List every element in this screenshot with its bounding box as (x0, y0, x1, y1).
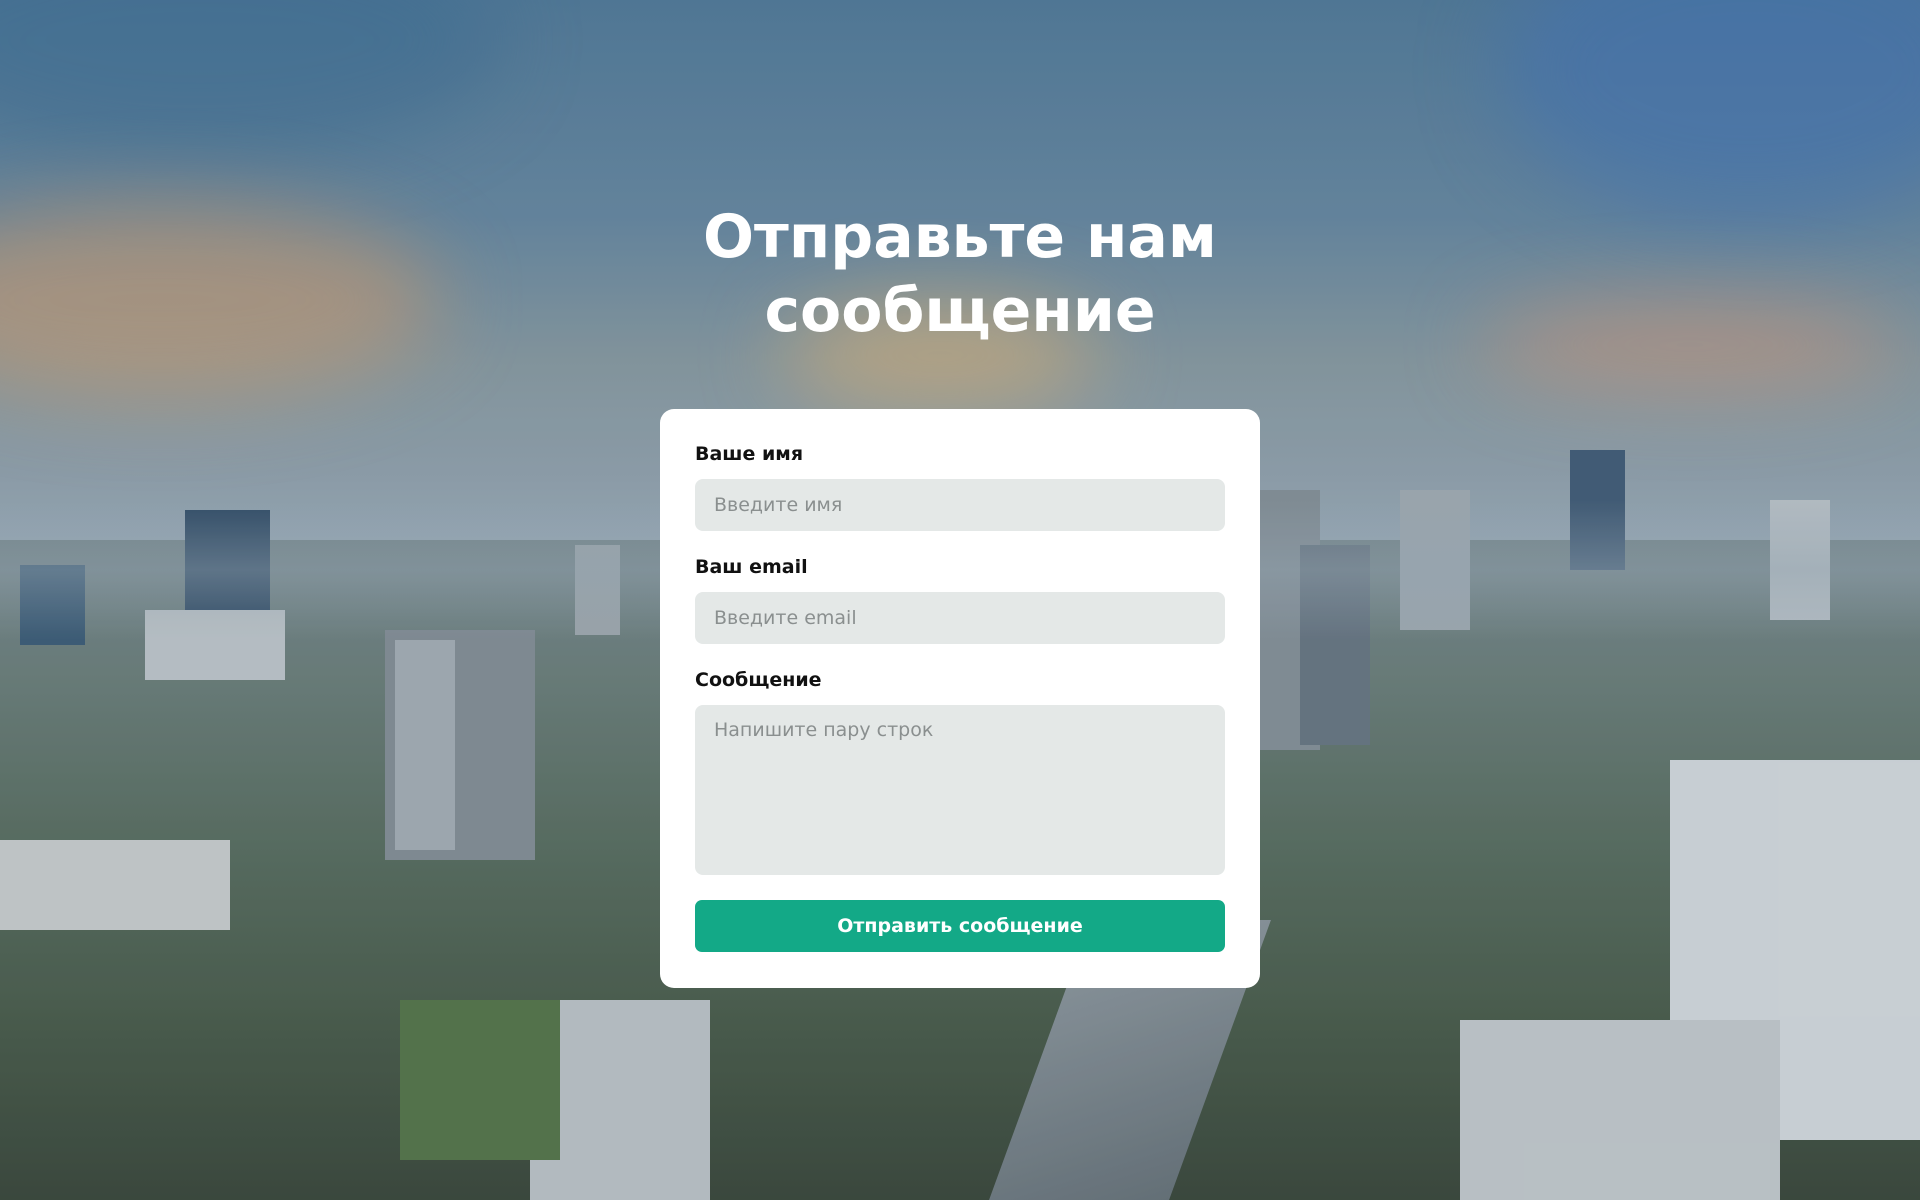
name-label: Ваше имя (695, 443, 804, 465)
page-title-line-2: сообщение (764, 276, 1156, 346)
send-message-button[interactable]: Отправить сообщение (695, 900, 1225, 952)
message-label: Сообщение (695, 669, 822, 691)
contact-form: Ваше имя Ваш email Сообщение Отправить с… (660, 409, 1260, 988)
message-textarea[interactable] (695, 705, 1225, 875)
page-title: Отправьте нам сообщение (560, 200, 1360, 348)
email-label: Ваш email (695, 556, 808, 578)
page-title-line-1: Отправьте нам (703, 202, 1217, 272)
email-input[interactable] (695, 592, 1225, 644)
name-input[interactable] (695, 479, 1225, 531)
